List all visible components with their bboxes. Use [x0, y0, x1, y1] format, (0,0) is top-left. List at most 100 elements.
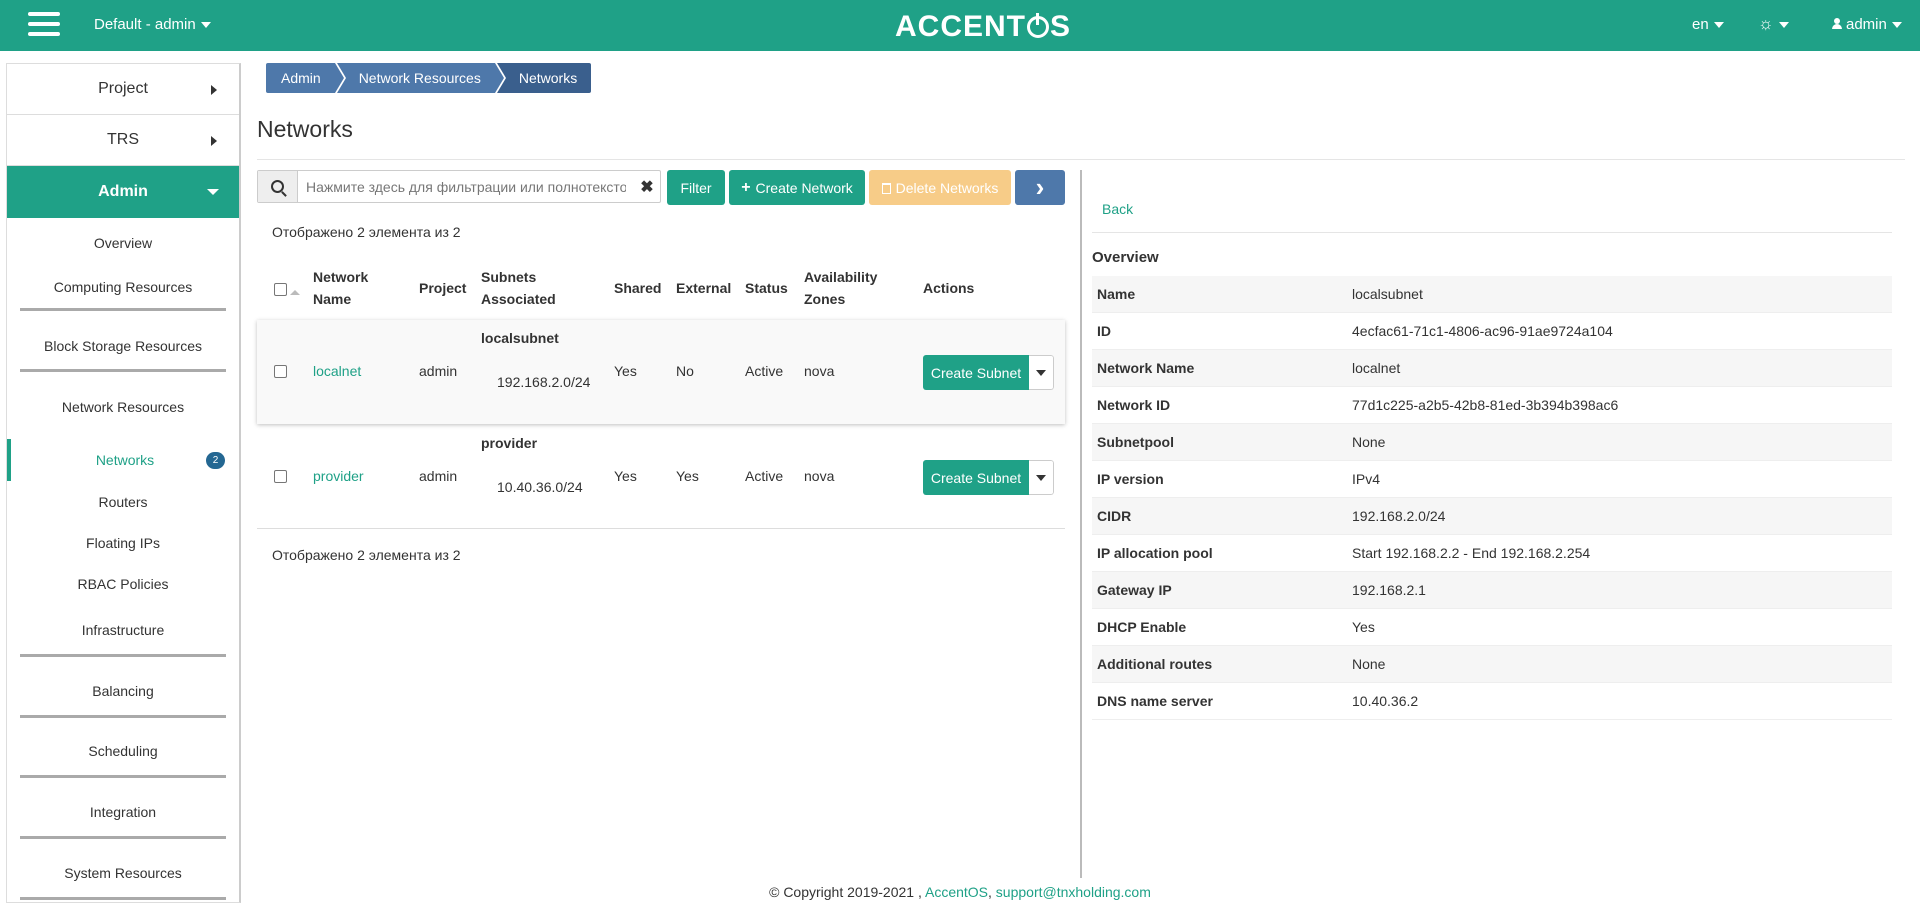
sidebar-item-integration[interactable]: Integration	[7, 783, 239, 844]
table-row[interactable]: provider admin provider 10.40.36.0/24 Ye…	[257, 424, 1065, 528]
sidebar-item-label: Balancing	[92, 683, 154, 699]
chevron-right-icon	[211, 136, 217, 146]
items-count: Отображено 2 элемента из 2	[272, 224, 461, 240]
search-icon	[271, 180, 284, 193]
project-selector[interactable]: Default - admin	[94, 16, 211, 33]
subnet-detail-table: Name localsubnet ID 4ecfac61-71c1-4806-ac9…	[1092, 276, 1892, 720]
detail-row-routes: Additional routes None	[1092, 646, 1892, 683]
detail-value: IPv4	[1352, 471, 1381, 487]
network-id-link[interactable]: 77d1c225-a2b5-42b8-81ed-3b394b398ac6	[1352, 397, 1618, 413]
items-count-bottom: Отображено 2 элемента из 2	[272, 547, 461, 563]
footer-separator: ,	[988, 884, 992, 900]
table-header: Network Name Project Subnets Associated Sh…	[257, 262, 1065, 318]
sidebar-item-computing-resources[interactable]: Computing Resources	[7, 267, 239, 316]
detail-value: 192.168.2.1	[1352, 582, 1426, 598]
create-subnet-button[interactable]: Create Subnet	[923, 355, 1029, 390]
network-name-link[interactable]: provider	[313, 468, 364, 484]
search-input[interactable]	[298, 171, 634, 202]
detail-row-dns: DNS name server 10.40.36.2	[1092, 683, 1892, 720]
sidebar-item-rbac-policies[interactable]: RBAC Policies	[7, 563, 239, 604]
detail-value: Start 192.168.2.2 - End 192.168.2.254	[1352, 545, 1591, 561]
filter-button[interactable]: Filter	[667, 170, 725, 205]
status-cell: Active	[745, 363, 784, 379]
search-box: ✖	[257, 170, 661, 203]
project-cell: admin	[419, 363, 458, 379]
sidebar-item-block-storage[interactable]: Block Storage Resources	[7, 316, 239, 377]
chevron-down-icon	[1036, 369, 1046, 376]
col-external[interactable]: External	[676, 277, 731, 299]
settings-menu[interactable]: ☼	[1758, 14, 1789, 34]
col-status[interactable]: Status	[745, 277, 788, 299]
row-checkbox[interactable]	[274, 470, 287, 483]
detail-row-allocation-pool: IP allocation pool Start 192.168.2.2 - En…	[1092, 535, 1892, 572]
table-row[interactable]: localnet admin localsubnet 192.168.2.0/2…	[257, 320, 1065, 424]
menu-toggle-icon[interactable]	[28, 12, 60, 38]
sidebar-item-floating-ips[interactable]: Floating IPs	[7, 522, 239, 563]
create-network-button[interactable]: + Create Network	[729, 170, 865, 205]
col-label: Zones	[804, 291, 846, 307]
sidebar-item-scheduling[interactable]: Scheduling	[7, 723, 239, 783]
clear-search-icon[interactable]: ✖	[634, 171, 660, 202]
col-actions: Actions	[923, 280, 975, 296]
create-subnet-button[interactable]: Create Subnet	[923, 460, 1029, 495]
detail-row-ip-version: IP version IPv4	[1092, 461, 1892, 498]
top-navbar: Default - admin ACCENT S en ☼ admin	[0, 0, 1920, 51]
detail-value: None	[1352, 656, 1386, 672]
sidebar-item-routers[interactable]: Routers	[7, 481, 239, 522]
breadcrumb-admin[interactable]: Admin	[266, 63, 346, 93]
logo: ACCENT S	[895, 10, 1072, 43]
support-email-link[interactable]: support@tnxholding.com	[996, 884, 1151, 900]
detail-row-network-id: Network ID 77d1c225-a2b5-42b8-81ed-3b394b…	[1092, 387, 1892, 424]
panel-divider[interactable]	[1080, 170, 1082, 878]
chevron-right-icon: ›	[1035, 172, 1045, 202]
col-subnets[interactable]: Subnets Associated	[481, 266, 556, 310]
back-link[interactable]: Back	[1102, 201, 1133, 217]
sidebar-item-label: Routers	[98, 493, 148, 510]
actions-dropdown-toggle[interactable]	[1029, 460, 1054, 495]
detail-row-subnetpool: Subnetpool None	[1092, 424, 1892, 461]
detail-value: localsubnet	[1352, 286, 1423, 302]
col-label: Associated	[481, 291, 556, 307]
chevron-right-icon	[211, 85, 217, 95]
detail-key: CIDR	[1097, 508, 1132, 524]
select-all-checkbox[interactable]	[274, 283, 287, 296]
row-checkbox[interactable]	[274, 365, 287, 378]
actions-dropdown-toggle[interactable]	[1029, 355, 1054, 390]
sidebar-section-project[interactable]: Project	[7, 64, 239, 115]
sidebar-section-admin[interactable]: Admin	[7, 166, 239, 218]
subnet-cidr: 192.168.2.0/24	[497, 374, 591, 390]
detail-key: Network ID	[1097, 397, 1171, 413]
sort-icon[interactable]	[290, 289, 300, 295]
divider	[257, 159, 1905, 160]
project-cell: admin	[419, 468, 458, 484]
user-menu[interactable]: admin	[1832, 16, 1902, 33]
plus-icon: +	[741, 178, 751, 196]
col-network-name[interactable]: Network Name	[313, 266, 368, 310]
sidebar-section-trs[interactable]: TRS	[7, 115, 239, 166]
detail-key: DHCP Enable	[1097, 619, 1187, 635]
external-cell: Yes	[676, 468, 699, 484]
sidebar-item-networks[interactable]: Networks 2	[7, 439, 239, 481]
col-shared[interactable]: Shared	[614, 277, 661, 299]
breadcrumb-network-resources[interactable]: Network Resources	[336, 63, 507, 93]
next-page-button[interactable]: ›	[1015, 170, 1065, 205]
sidebar-item-infrastructure[interactable]: Infrastructure	[7, 604, 239, 662]
sidebar-item-label: Computing Resources	[53, 279, 193, 295]
sidebar-item-network-resources[interactable]: Network Resources	[7, 377, 239, 439]
sidebar-item-balancing[interactable]: Balancing	[7, 662, 239, 723]
detail-value: 192.168.2.0/24	[1352, 508, 1446, 524]
col-label: Availability	[804, 269, 878, 285]
network-name-link[interactable]: localnet	[313, 363, 361, 379]
search-button[interactable]	[258, 171, 298, 202]
language-selector[interactable]: en	[1692, 16, 1724, 33]
overview-title: Overview	[1092, 249, 1159, 266]
delete-networks-button[interactable]: Delete Networks	[869, 170, 1011, 205]
detail-row-dhcp: DHCP Enable Yes	[1092, 609, 1892, 646]
sidebar-item-overview[interactable]: Overview	[7, 218, 239, 267]
brand-link[interactable]: AccentOS	[925, 884, 988, 900]
detail-row-gateway: Gateway IP 192.168.2.1	[1092, 572, 1892, 609]
sidebar-item-label: Integration	[89, 804, 157, 820]
col-project[interactable]: Project	[419, 277, 466, 299]
col-availability-zones[interactable]: Availability Zones	[804, 266, 877, 310]
status-cell: Active	[745, 468, 784, 484]
